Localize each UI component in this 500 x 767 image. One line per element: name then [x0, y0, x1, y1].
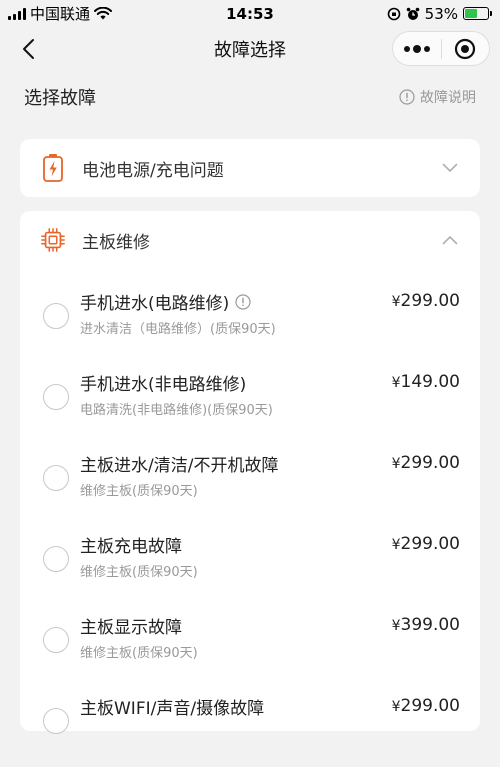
fault-item[interactable]: 主板进水/清洁/不开机故障 维修主板(质保90天) ¥299.00 — [20, 443, 480, 524]
chevron-left-icon — [23, 39, 34, 59]
signal-icon — [8, 7, 26, 20]
fault-desc: 进水清洁（电路维修）(质保90天) — [80, 322, 276, 337]
radio-button[interactable] — [43, 546, 69, 572]
carrier-label: 中国联通 — [30, 5, 91, 23]
price-value: 299.00 — [400, 696, 460, 716]
fault-help-label: 故障说明 — [420, 90, 476, 106]
radio-button[interactable] — [43, 465, 69, 491]
fault-name-text: 主板进水/清洁/不开机故障 — [80, 456, 279, 476]
fault-price: ¥399.00 — [392, 615, 460, 635]
radio-button[interactable] — [43, 384, 69, 410]
category-card-battery[interactable]: 电池电源/充电问题 — [20, 139, 480, 197]
fault-price: ¥299.00 — [392, 696, 460, 716]
section-header: 选择故障 故障说明 — [24, 80, 476, 114]
currency-sign: ¥ — [391, 456, 401, 472]
alarm-icon — [406, 7, 419, 20]
chevron-up-icon — [440, 230, 460, 250]
status-right: 53% — [387, 5, 492, 23]
fault-help-link[interactable]: 故障说明 — [399, 87, 476, 107]
category-label: 电池电源/充电问题 — [82, 160, 224, 181]
fault-name-text: 主板充电故障 — [80, 537, 182, 557]
fault-desc: 维修主板(质保90天) — [80, 484, 198, 499]
battery-percent: 53% — [424, 4, 458, 23]
fault-name: 主板WIFI/声音/摄像故障 — [80, 694, 264, 719]
fault-name-text: 主板显示故障 — [80, 618, 182, 638]
fault-name-text: 手机进水(非电路维修) — [80, 375, 247, 395]
price-value: 299.00 — [400, 534, 460, 554]
chip-icon — [40, 225, 66, 255]
currency-sign: ¥ — [391, 618, 401, 634]
fault-item[interactable]: 手机进水(非电路维修) 电路清洗(非电路维修)(质保90天) ¥149.00 — [20, 362, 480, 443]
radio-button[interactable] — [43, 303, 69, 329]
fault-item[interactable]: 主板WIFI/声音/摄像故障 ¥299.00 — [20, 686, 480, 767]
chevron-down-icon — [440, 158, 460, 178]
currency-sign: ¥ — [391, 294, 401, 310]
fault-price: ¥149.00 — [392, 372, 460, 392]
fault-desc: 维修主板(质保90天) — [80, 565, 198, 580]
fault-desc: 维修主板(质保90天) — [80, 646, 198, 661]
price-value: 149.00 — [400, 372, 460, 392]
fault-name: 手机进水(电路维修) — [80, 289, 251, 314]
battery-fill — [465, 9, 477, 18]
status-bar: 中国联通 14:53 53% — [0, 0, 500, 27]
price-value: 299.00 — [400, 453, 460, 473]
radio-button[interactable] — [43, 708, 69, 734]
fault-item[interactable]: 手机进水(电路维修) 进水清洁（电路维修）(质保90天) ¥299.00 — [20, 281, 480, 362]
fault-name: 主板显示故障 — [80, 613, 182, 638]
close-button[interactable] — [442, 32, 490, 65]
nav-bar: 故障选择 — [0, 27, 500, 71]
category-card-mainboard: 主板维修 手机进水(电路维修) 进水清洁（电路维修）(质保90天) ¥299.0… — [20, 211, 480, 734]
price-value: 399.00 — [400, 615, 460, 635]
price-value: 299.00 — [400, 291, 460, 311]
fault-price: ¥299.00 — [392, 534, 460, 554]
radio-button[interactable] — [43, 627, 69, 653]
battery-icon — [40, 153, 66, 183]
section-title: 选择故障 — [24, 88, 96, 109]
currency-sign: ¥ — [391, 699, 401, 715]
more-icon — [403, 45, 410, 52]
category-header[interactable]: 主板维修 — [20, 211, 480, 269]
fault-desc: 电路清洗(非电路维修)(质保90天) — [80, 403, 273, 418]
wifi-icon — [94, 7, 113, 20]
category-label: 主板维修 — [82, 232, 150, 253]
fault-price: ¥299.00 — [392, 291, 460, 311]
fault-item[interactable]: 主板显示故障 维修主板(质保90天) ¥399.00 — [20, 605, 480, 686]
fault-list: 手机进水(电路维修) 进水清洁（电路维修）(质保90天) ¥299.00 手机进… — [20, 281, 480, 767]
currency-sign: ¥ — [391, 537, 401, 553]
page-title: 故障选择 — [214, 40, 286, 61]
mini-program-capsule — [392, 31, 490, 66]
fault-name-text: 主板WIFI/声音/摄像故障 — [80, 699, 265, 719]
currency-sign: ¥ — [391, 375, 401, 391]
back-button[interactable] — [14, 35, 42, 63]
fault-price: ¥299.00 — [392, 453, 460, 473]
battery-icon — [463, 7, 492, 20]
info-icon[interactable] — [235, 293, 251, 310]
orientation-lock-icon — [387, 7, 400, 20]
info-icon — [399, 89, 415, 105]
fault-name: 主板进水/清洁/不开机故障 — [80, 451, 278, 476]
fault-name: 主板充电故障 — [80, 532, 182, 557]
more-button[interactable] — [393, 32, 441, 65]
status-left: 中国联通 — [8, 3, 113, 24]
close-circle-icon — [455, 38, 476, 59]
category-header[interactable]: 电池电源/充电问题 — [20, 139, 480, 197]
fault-name-text: 手机进水(电路维修) — [80, 294, 230, 314]
fault-item[interactable]: 主板充电故障 维修主板(质保90天) ¥299.00 — [20, 524, 480, 605]
fault-name: 手机进水(非电路维修) — [80, 370, 246, 395]
